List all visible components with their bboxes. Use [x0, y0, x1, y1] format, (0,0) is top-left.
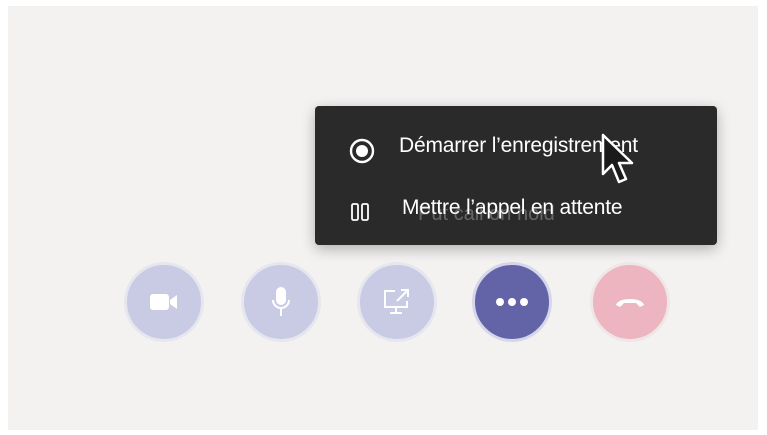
record-icon [349, 138, 375, 164]
video-toggle-button[interactable] [124, 262, 204, 342]
more-options-icon [496, 298, 528, 306]
share-screen-button[interactable] [357, 262, 437, 342]
pause-icon [351, 203, 369, 221]
microphone-icon [272, 287, 290, 316]
mouse-pointer-icon [601, 133, 634, 184]
more-options-button[interactable] [472, 262, 552, 342]
ghost-text-overlay: Put call on hold [418, 203, 555, 225]
hang-up-icon [616, 299, 644, 307]
microphone-toggle-button[interactable] [241, 262, 321, 342]
share-screen-icon [384, 289, 409, 314]
start-recording-item[interactable]: Démarrer l’enregistrement [315, 110, 717, 174]
hang-up-button[interactable] [590, 262, 670, 342]
video-camera-icon [150, 294, 177, 310]
